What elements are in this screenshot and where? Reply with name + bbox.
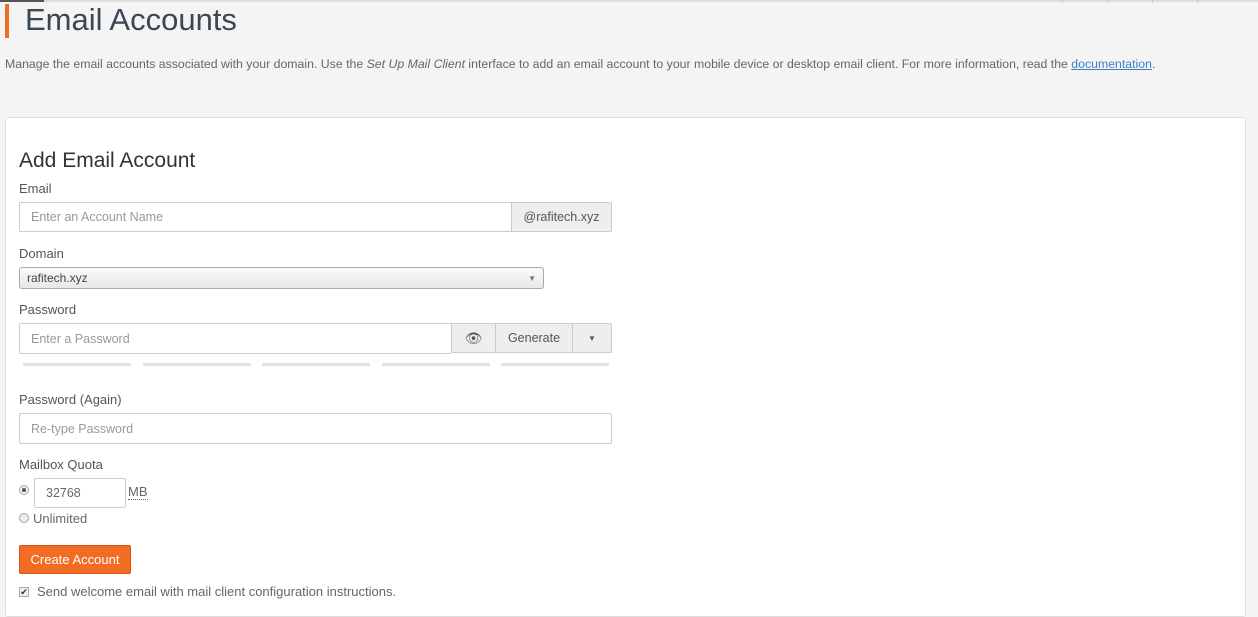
page-description: Manage the email accounts associated wit…: [5, 57, 1155, 71]
strength-meter-segment: [143, 363, 251, 366]
password-again-label: Password (Again): [19, 392, 122, 407]
quota-unit: MB: [128, 484, 148, 500]
tab-divider: [1152, 0, 1153, 3]
welcome-email-checkbox[interactable]: ✔: [19, 587, 29, 597]
check-icon: ✔: [20, 587, 28, 597]
email-input[interactable]: Enter an Account Name: [19, 202, 512, 232]
quota-unlimited-radio[interactable]: [19, 513, 29, 523]
caret-down-icon: ▼: [588, 333, 596, 343]
strength-meter-segment: [501, 363, 609, 366]
email-label: Email: [19, 181, 52, 196]
documentation-link[interactable]: documentation: [1071, 57, 1152, 71]
tab-divider: [1062, 0, 1063, 3]
desc-emphasis: Set Up Mail Client: [366, 57, 466, 71]
quota-label: Mailbox Quota: [19, 457, 103, 472]
page-title: Email Accounts: [25, 2, 237, 37]
strength-meter-segment: [262, 363, 370, 366]
domain-value: rafitech.xyz: [27, 271, 88, 285]
generate-password-button[interactable]: Generate: [495, 323, 573, 353]
add-email-panel: Add Email Account Email Enter an Account…: [5, 117, 1246, 617]
password-label: Password: [19, 302, 77, 317]
chevron-down-icon: ▼: [528, 273, 536, 283]
strength-meter-segment: [382, 363, 490, 366]
toggle-password-visibility-button[interactable]: 👁: [451, 323, 496, 353]
domain-label: Domain: [19, 246, 64, 261]
tab-divider: [1107, 0, 1108, 3]
quota-input[interactable]: 32768: [34, 478, 126, 508]
unlimited-label: Unlimited: [33, 511, 88, 526]
quota-limited-radio[interactable]: [19, 485, 29, 495]
desc-text: interface to add an email account to you…: [465, 57, 1072, 71]
domain-select[interactable]: rafitech.xyz ▼: [19, 267, 544, 289]
section-title: Add Email Account: [19, 149, 196, 172]
welcome-email-label: Send welcome email with mail client conf…: [37, 584, 397, 599]
desc-text: Manage the email accounts associated wit…: [5, 57, 367, 71]
generate-options-dropdown[interactable]: ▼: [572, 323, 612, 353]
password-again-input[interactable]: Re-type Password: [19, 413, 612, 444]
eye-slash-icon: 👁: [464, 329, 483, 346]
desc-text: .: [1151, 57, 1156, 71]
title-accent-bar: [5, 4, 9, 38]
tab-divider: [1197, 0, 1198, 3]
create-account-button[interactable]: Create Account: [19, 545, 131, 574]
password-input[interactable]: Enter a Password: [19, 323, 452, 354]
email-domain-suffix: @rafitech.xyz: [511, 202, 612, 232]
strength-meter-segment: [23, 363, 131, 366]
